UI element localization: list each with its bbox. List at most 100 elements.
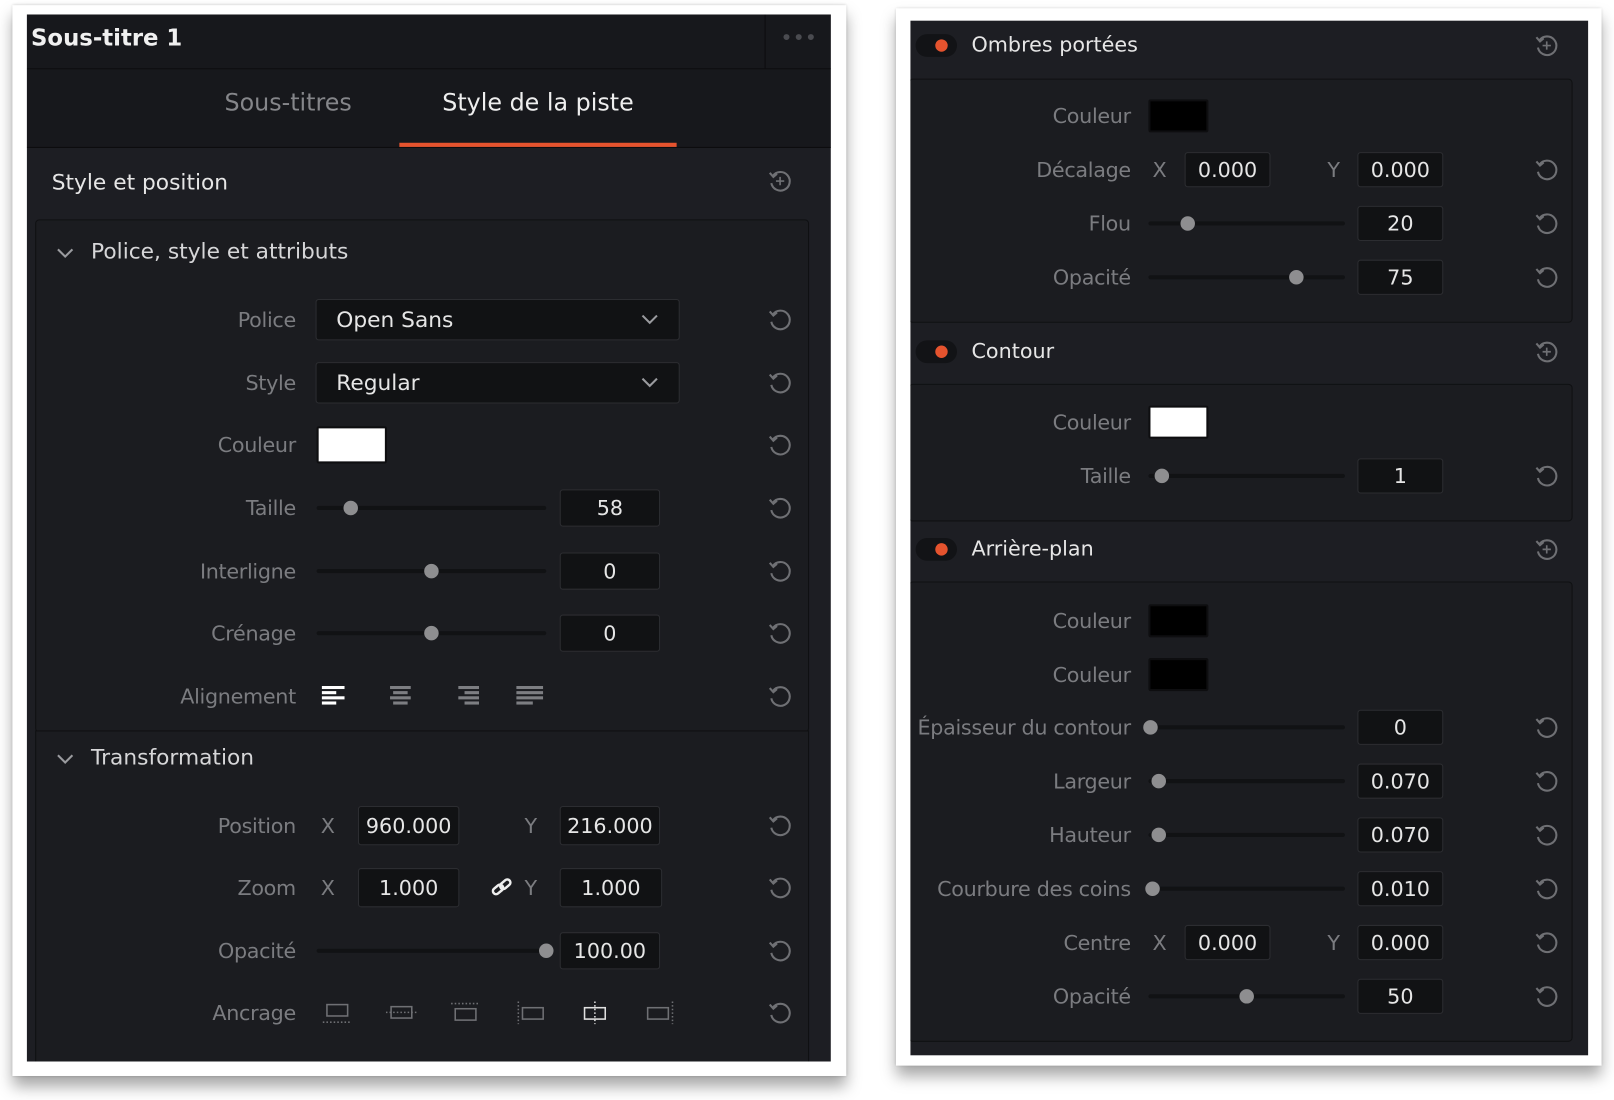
- taille-slider[interactable]: [316, 500, 547, 516]
- épaisseur du contour-slider[interactable]: [1143, 720, 1345, 735]
- police-dropdown[interactable]: Open Sans: [315, 298, 680, 341]
- reset-icon[interactable]: [767, 874, 794, 901]
- reset-section-icon[interactable]: [1533, 338, 1560, 365]
- reset-icon[interactable]: [767, 620, 794, 647]
- section-enable-toggle[interactable]: [915, 34, 958, 57]
- reset-icon[interactable]: [1533, 875, 1560, 902]
- reset-icon[interactable]: [767, 683, 794, 710]
- slider-thumb[interactable]: [424, 625, 439, 641]
- opacité-slider[interactable]: [1148, 989, 1345, 1004]
- value-input[interactable]: 0.010: [1357, 871, 1444, 907]
- value-input[interactable]: 75: [1357, 259, 1444, 295]
- anchor-middle-icon[interactable]: [385, 1001, 417, 1024]
- reset-icon[interactable]: [1533, 462, 1560, 489]
- opacité-slider[interactable]: [1148, 270, 1345, 285]
- reset-icon[interactable]: [767, 369, 794, 396]
- reset-icon[interactable]: [767, 306, 794, 333]
- taille-slider[interactable]: [1148, 468, 1345, 484]
- chevron-down-icon[interactable]: [56, 245, 75, 262]
- align-left-icon[interactable]: [321, 685, 349, 707]
- color-swatch[interactable]: [1148, 658, 1209, 692]
- reset-icon[interactable]: [1533, 714, 1560, 741]
- slider-thumb[interactable]: [1239, 989, 1254, 1004]
- value-input[interactable]: 1: [1357, 458, 1444, 494]
- opacité-slider[interactable]: [316, 943, 554, 959]
- reset-section-icon[interactable]: [1533, 536, 1560, 563]
- y-value-input[interactable]: 0.000: [1357, 152, 1444, 188]
- interligne-value-input[interactable]: 0: [559, 552, 661, 590]
- reset-icon[interactable]: [767, 495, 794, 522]
- x-value-input[interactable]: 960.000: [357, 805, 460, 846]
- anchor-top-icon[interactable]: [450, 1001, 481, 1024]
- reset-icon[interactable]: [767, 558, 794, 585]
- anchor-bottom-icon[interactable]: [322, 1001, 353, 1024]
- anchor-right-icon[interactable]: [644, 1001, 675, 1025]
- slider-thumb[interactable]: [1143, 720, 1158, 735]
- interligne-slider[interactable]: [316, 563, 547, 579]
- reset-icon[interactable]: [767, 937, 794, 964]
- slider-thumb[interactable]: [1150, 827, 1166, 843]
- reset-icon[interactable]: [1533, 983, 1560, 1010]
- taille-value-input[interactable]: 58: [559, 489, 661, 527]
- x-value-input[interactable]: 0.000: [1184, 924, 1271, 961]
- slider-thumb[interactable]: [1288, 270, 1304, 285]
- slider-thumb[interactable]: [1180, 216, 1195, 231]
- justify-icon[interactable]: [516, 685, 544, 707]
- color-swatch[interactable]: [1148, 99, 1209, 133]
- reset-icon[interactable]: [1533, 156, 1560, 183]
- style-dropdown[interactable]: Regular: [315, 362, 680, 404]
- align-center-icon[interactable]: [387, 685, 414, 707]
- hauteur-slider[interactable]: [1148, 827, 1345, 843]
- chevron-down-icon[interactable]: [640, 311, 659, 328]
- reset-icon[interactable]: [1533, 821, 1560, 848]
- x-value-input[interactable]: 1.000: [357, 868, 460, 908]
- align-right-icon[interactable]: [452, 685, 480, 707]
- largeur-slider[interactable]: [1148, 773, 1345, 789]
- reset-icon[interactable]: [1533, 210, 1560, 237]
- color-swatch[interactable]: [316, 426, 387, 464]
- slider-thumb[interactable]: [343, 500, 359, 516]
- slider-thumb[interactable]: [424, 563, 439, 579]
- reset-icon[interactable]: [1533, 264, 1560, 291]
- slider-thumb[interactable]: [1154, 468, 1170, 484]
- tab-style-de-la-piste[interactable]: Style de la piste: [399, 90, 676, 117]
- courbure des coins-slider[interactable]: [1145, 881, 1345, 896]
- y-value-input[interactable]: 0.000: [1357, 924, 1444, 961]
- x-value-input[interactable]: 0.000: [1184, 152, 1271, 188]
- chevron-down-icon[interactable]: [56, 751, 75, 768]
- reset-section-icon[interactable]: [767, 168, 794, 195]
- opacité-value-input[interactable]: 100.00: [559, 932, 661, 970]
- anchor-left-icon[interactable]: [516, 1001, 547, 1025]
- crénage-slider[interactable]: [316, 625, 547, 641]
- crénage-value-input[interactable]: 0: [559, 614, 661, 652]
- value-input[interactable]: 0: [1357, 709, 1444, 745]
- reset-icon[interactable]: [1533, 768, 1560, 795]
- group-title[interactable]: Police, style et attributs: [91, 239, 348, 264]
- group-title[interactable]: Transformation: [91, 745, 254, 770]
- chevron-down-icon[interactable]: [640, 375, 659, 392]
- value-input[interactable]: 50: [1357, 978, 1444, 1014]
- y-value-input[interactable]: 1.000: [559, 868, 663, 908]
- color-swatch[interactable]: [1148, 405, 1209, 439]
- flou-slider[interactable]: [1148, 216, 1345, 231]
- slider-thumb[interactable]: [1150, 773, 1166, 789]
- slider-thumb[interactable]: [1145, 881, 1160, 896]
- reset-icon[interactable]: [767, 812, 794, 839]
- anchor-center-icon[interactable]: [579, 1001, 610, 1025]
- ellipsis-icon[interactable]: •••: [764, 14, 831, 69]
- value-input[interactable]: 0.070: [1357, 817, 1444, 853]
- tab-sous-titres[interactable]: Sous-titres: [203, 90, 374, 117]
- field-label: Couleur: [217, 432, 296, 458]
- slider-thumb[interactable]: [539, 943, 554, 959]
- reset-section-icon[interactable]: [1533, 32, 1560, 59]
- color-swatch[interactable]: [1148, 604, 1209, 638]
- link-icon[interactable]: [489, 875, 514, 900]
- reset-icon[interactable]: [1533, 929, 1560, 956]
- section-enable-toggle[interactable]: [915, 537, 958, 561]
- section-enable-toggle[interactable]: [915, 340, 958, 364]
- y-value-input[interactable]: 216.000: [559, 805, 661, 846]
- reset-icon[interactable]: [767, 999, 794, 1026]
- value-input[interactable]: 0.070: [1357, 763, 1444, 799]
- value-input[interactable]: 20: [1357, 205, 1444, 242]
- reset-icon[interactable]: [767, 431, 794, 458]
